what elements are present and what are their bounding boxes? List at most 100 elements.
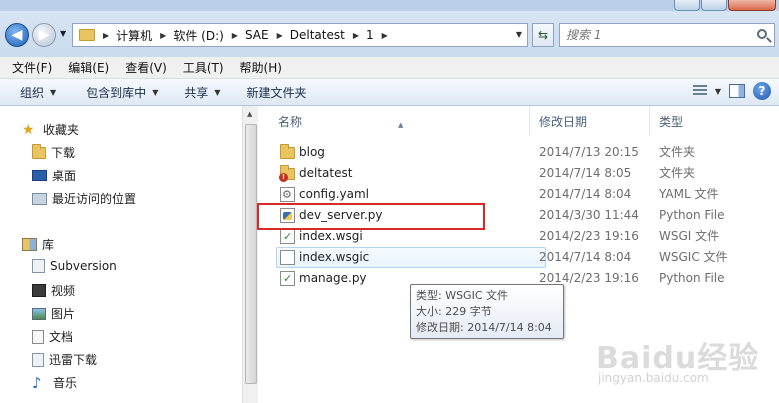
chevron-right-icon[interactable]: ▶ [103,31,109,40]
chevron-right-icon[interactable]: ▶ [160,31,166,40]
subversion-library-icon [32,259,45,273]
folder-icon [280,144,295,159]
scroll-up-icon[interactable]: ▲ [247,110,252,118]
organize-button[interactable]: 组织 ▼ [10,84,66,101]
minimize-button[interactable] [674,0,700,11]
nav-libraries[interactable]: 库 [22,236,54,253]
arrow-left-icon: ◀ [11,27,23,43]
folder-warning-icon [279,165,295,182]
menu-file[interactable]: 文件(F) [4,59,60,76]
recent-pages-dropdown[interactable]: ▼ [60,29,66,38]
picture-icon [32,307,46,320]
address-dropdown-icon[interactable]: ▼ [516,30,522,39]
file-row-blog[interactable]: blog 2014/7/13 20:15 文件夹 [258,142,779,163]
tooltip-type: 类型: WSGIC 文件 [416,289,509,302]
column-header-date[interactable]: 修改日期 [530,106,650,136]
column-header-name[interactable]: 名称 ▲ [258,106,530,136]
file-type: WSGI 文件 [659,229,720,243]
nav-videos[interactable]: 视频 [32,282,75,299]
file-name: index.wsgic [299,250,370,264]
chevron-down-icon[interactable]: ▼ [715,87,721,96]
share-button[interactable]: 共享 ▼ [174,84,230,101]
nav-recent-places[interactable]: 最近访问的位置 [32,190,136,207]
menu-help[interactable]: 帮助(H) [232,59,290,76]
thunder-download-icon [32,352,44,367]
chevron-right-icon[interactable]: ▶ [232,31,238,40]
maximize-button[interactable] [701,0,727,11]
breadcrumb: ▶ 计算机 ▶ 软件 (D:) ▶ SAE ▶ Deltatest ▶ 1 ▶ [95,27,395,44]
address-field[interactable]: ▶ 计算机 ▶ 软件 (D:) ▶ SAE ▶ Deltatest ▶ 1 ▶ … [72,23,528,47]
sort-ascending-icon: ▲ [398,121,404,129]
preview-pane-icon[interactable] [729,84,745,98]
chevron-right-icon[interactable]: ▶ [277,31,283,40]
annotation-highlight-box [257,203,485,230]
view-options-icon[interactable] [692,85,707,97]
nav-music[interactable]: ♪ 音乐 [32,374,77,391]
tooltip-size: 大小: 229 字节 [416,305,492,318]
address-bar-row: ◀ ▶ ▼ ▶ 计算机 ▶ 软件 (D:) ▶ SAE ▶ Deltatest … [0,0,779,57]
nav-downloads[interactable]: 下载 [32,143,75,161]
file-date: 2014/7/14 8:05 [539,166,632,180]
search-box[interactable] [559,23,775,47]
file-name: config.yaml [299,187,370,201]
file-date: 2014/7/14 8:04 [539,250,632,264]
file-row-index-wsgic[interactable]: index.wsgic 2014/7/14 8:04 WSGIC 文件 [258,247,779,268]
library-icon [22,238,37,251]
watermark-url: jingyan.baidu.com [598,371,709,385]
help-icon[interactable]: ? [753,82,771,100]
file-name: manage.py [299,271,367,285]
breadcrumb-sae[interactable]: SAE [245,28,269,42]
recent-places-icon [32,192,47,205]
arrow-right-icon: ▶ [38,27,50,43]
chevron-right-icon[interactable]: ▶ [353,31,359,40]
include-in-library-button[interactable]: 包含到库中 ▼ [76,84,168,101]
close-button[interactable] [728,0,776,11]
file-name: deltatest [299,166,353,180]
config-file-icon [280,187,295,202]
navigation-scrollbar[interactable]: ▲ [242,106,258,403]
breadcrumb-computer[interactable]: 计算机 [116,27,152,44]
python-file-icon [280,271,295,286]
nav-subversion[interactable]: Subversion [32,259,117,273]
nav-favorites[interactable]: ★ 收藏夹 [22,121,79,138]
folder-icon [79,29,95,41]
nav-desktop[interactable]: 桌面 [32,167,76,184]
new-folder-button[interactable]: 新建文件夹 [237,84,317,101]
blank-file-icon [280,250,295,265]
nav-documents[interactable]: 文档 [32,328,73,345]
command-bar: 组织 ▼ 包含到库中 ▼ 共享 ▼ 新建文件夹 ▼ ? [0,79,779,106]
file-date: 2014/7/14 8:04 [539,187,632,201]
scrollbar-thumb[interactable] [245,124,257,384]
search-input[interactable] [566,27,746,43]
chevron-right-icon[interactable]: ▶ [382,31,388,40]
forward-button[interactable]: ▶ [32,23,56,47]
menu-edit[interactable]: 编辑(E) [60,59,117,76]
file-row-deltatest[interactable]: deltatest 2014/7/14 8:05 文件夹 [258,163,779,184]
chevron-down-icon: ▼ [50,87,57,97]
document-icon [32,329,44,344]
view-controls: ▼ ? [692,82,771,100]
file-type: 文件夹 [659,145,696,159]
video-icon [32,284,46,297]
refresh-button[interactable]: ⇆ [532,23,554,47]
nav-pictures[interactable]: 图片 [32,305,75,322]
breadcrumb-deltatest[interactable]: Deltatest [290,28,345,42]
downloads-folder-icon [32,143,46,159]
tooltip-modified: 修改日期: 2014/7/14 8:04 [416,321,552,334]
back-button[interactable]: ◀ [5,23,29,47]
breadcrumb-1[interactable]: 1 [366,28,374,42]
chevron-down-icon: ▼ [152,87,159,97]
column-header-type[interactable]: 类型 [650,106,779,136]
star-icon: ★ [22,121,35,138]
file-row-config-yaml[interactable]: config.yaml 2014/7/14 8:04 YAML 文件 [258,184,779,205]
breadcrumb-drive-d[interactable]: 软件 (D:) [173,27,223,44]
chevron-down-icon: ▼ [214,87,221,97]
file-type: WSGIC 文件 [659,250,728,264]
menu-tools[interactable]: 工具(T) [175,59,232,76]
nav-thunder-downloads[interactable]: 迅雷下载 [32,351,97,368]
search-icon[interactable] [757,29,767,39]
file-info-tooltip: 类型: WSGIC 文件 大小: 229 字节 修改日期: 2014/7/14 … [410,284,564,339]
menu-view[interactable]: 查看(V) [117,59,175,76]
file-type: YAML 文件 [659,187,719,201]
file-type: Python File [659,208,725,222]
